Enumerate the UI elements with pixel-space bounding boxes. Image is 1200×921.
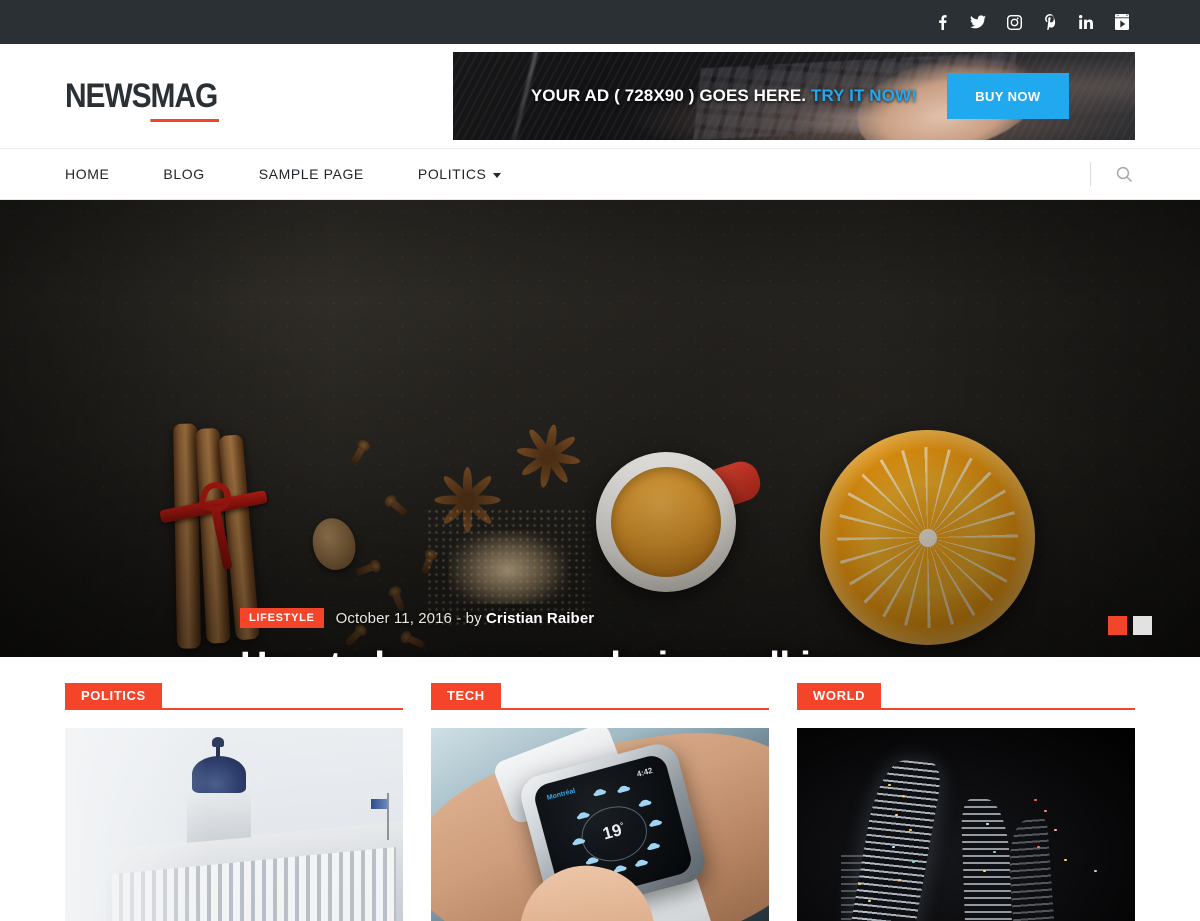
nav-item-home[interactable]: HOME [65,166,136,182]
hero-by-label: by [465,609,482,627]
logo-second: MAG [150,77,219,115]
nav-item-politics[interactable]: POLITICS [391,166,529,182]
capitol-building-photo [65,728,403,921]
section-politics: POLITICS [65,683,403,921]
twitter-icon[interactable] [970,14,986,30]
ad-text-main: YOUR AD ( 728X90 ) GOES HERE. [530,86,807,105]
hero-meta: LIFESTYLE October 11, 2016 - by Cristian… [240,608,960,628]
hero-pagination-dot-2[interactable] [1133,616,1152,635]
site-logo[interactable]: NEWSMAG [65,77,219,115]
nav-divider [1090,162,1091,186]
section-header: TECH [431,683,769,710]
watch-temp-unit: ° [619,820,625,830]
search-icon[interactable] [1113,163,1135,185]
nav-item-label: POLITICS [417,166,487,182]
hero-title[interactable]: How to burn more calories walking that r… [240,644,880,657]
section-header: WORLD [797,683,1135,710]
hero-author[interactable]: Cristian Raiber [486,610,594,627]
section-header: POLITICS [65,683,403,710]
section-tech: TECH Montréal 4:42 19° [431,683,769,921]
section-badge-tech[interactable]: TECH [431,683,501,709]
section-featured-image-world[interactable] [797,728,1135,921]
night-city-skyscrapers-photo [797,728,1135,921]
hero-pagination-dot-1[interactable] [1108,616,1127,635]
hero-meta-text: October 11, 2016 - by Cristian Raiber [336,610,595,627]
section-featured-image-politics[interactable] [65,728,403,921]
ad-text: YOUR AD ( 728X90 ) GOES HERE. TRY IT NOW… [531,86,917,106]
chevron-down-icon [493,172,502,178]
hero-slider[interactable]: LIFESTYLE October 11, 2016 - by Cristian… [0,200,1200,657]
youtube-icon[interactable] [1114,14,1130,30]
site-header: NEWSMAG YOUR AD ( 728X90 ) GOES HERE. TR… [0,44,1200,149]
social-links [934,14,1130,30]
nav-item-blog[interactable]: BLOG [136,166,231,182]
hero-category-badge[interactable]: LIFESTYLE [240,608,324,628]
nav-right [1090,149,1135,199]
ad-banner[interactable]: YOUR AD ( 728X90 ) GOES HERE. TRY IT NOW… [452,52,1135,140]
ad-text-cta[interactable]: TRY IT NOW! [811,86,917,105]
section-featured-image-tech[interactable]: Montréal 4:42 19° [431,728,769,921]
facebook-icon[interactable] [934,14,950,30]
logo-wrap: NEWSMAG [65,79,453,113]
top-bar [0,0,1200,44]
nav-item-sample-page[interactable]: SAMPLE PAGE [232,166,391,182]
smartwatch-on-wrist-photo: Montréal 4:42 19° [431,728,769,921]
section-badge-politics[interactable]: POLITICS [65,683,162,709]
hero-content: LIFESTYLE October 11, 2016 - by Cristian… [240,608,960,657]
linkedin-icon[interactable] [1078,14,1094,30]
buy-now-button[interactable]: BUY NOW [946,73,1069,119]
logo-first: NEWS [65,77,152,115]
section-badge-world[interactable]: WORLD [797,683,882,709]
hero-meta-separator: - [456,609,462,627]
section-world: WORLD [797,683,1135,921]
nav-item-label: BLOG [163,166,205,182]
nav-item-label: HOME [65,166,110,182]
hero-pagination [1108,616,1152,635]
main-navigation: HOME BLOG SAMPLE PAGE POLITICS [0,149,1200,200]
city-lights [797,728,1135,921]
category-sections: POLITICS TECH Montréal 4:42 19° WORLD [0,683,1200,921]
hero-overlay [0,200,1200,657]
hero-date: October 11, 2016 [335,609,452,627]
pinterest-icon[interactable] [1042,14,1058,30]
nav-items: HOME BLOG SAMPLE PAGE POLITICS [65,166,528,182]
nav-item-label: SAMPLE PAGE [258,166,364,182]
instagram-icon[interactable] [1006,14,1022,30]
